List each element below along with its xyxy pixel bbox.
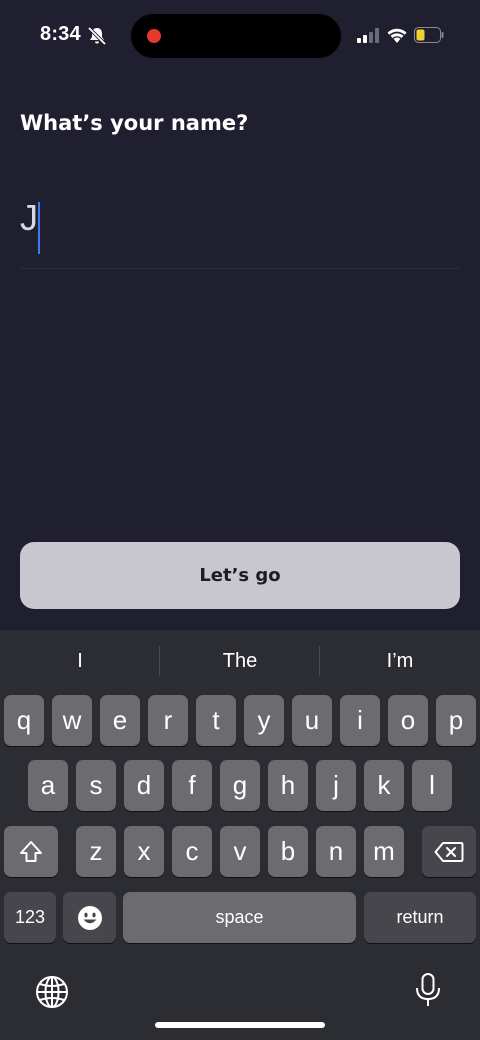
key-i[interactable]: i xyxy=(340,695,380,746)
key-u[interactable]: u xyxy=(292,695,332,746)
wifi-icon xyxy=(387,28,407,43)
key-j[interactable]: j xyxy=(316,760,356,811)
lets-go-button[interactable]: Let’s go xyxy=(20,542,460,609)
shift-icon xyxy=(20,840,42,862)
suggestion-item[interactable]: I’m xyxy=(321,646,479,676)
page-title: What’s your name? xyxy=(20,111,249,135)
suggestion-divider xyxy=(319,646,320,676)
key-m[interactable]: m xyxy=(364,826,404,877)
key-c[interactable]: c xyxy=(172,826,212,877)
status-time: 8:34 xyxy=(40,23,81,45)
key-h[interactable]: h xyxy=(268,760,308,811)
key-r[interactable]: r xyxy=(148,695,188,746)
name-input[interactable]: J xyxy=(20,190,460,269)
cellular-signal-icon xyxy=(357,28,379,43)
delete-key[interactable] xyxy=(422,826,476,877)
bell-slash-icon xyxy=(87,26,107,46)
key-s[interactable]: s xyxy=(76,760,116,811)
microphone-icon[interactable] xyxy=(410,972,446,1008)
key-q[interactable]: q xyxy=(4,695,44,746)
text-caret xyxy=(38,202,40,254)
suggestion-bar: I The I’m xyxy=(0,630,480,692)
key-g[interactable]: g xyxy=(220,760,260,811)
emoji-icon xyxy=(77,905,102,930)
suggestion-divider xyxy=(159,646,160,676)
key-d[interactable]: d xyxy=(124,760,164,811)
name-input-value: J xyxy=(20,197,38,238)
key-x[interactable]: x xyxy=(124,826,164,877)
keyboard: I The I’m q w e r t y u i o p a s d f g … xyxy=(0,630,480,1040)
key-b[interactable]: b xyxy=(268,826,308,877)
key-v[interactable]: v xyxy=(220,826,260,877)
suggestion-item[interactable]: I xyxy=(1,646,159,676)
battery-icon xyxy=(414,27,444,43)
status-bar: 8:34 xyxy=(0,0,480,70)
suggestion-item[interactable]: The xyxy=(161,646,319,676)
backspace-icon xyxy=(434,841,464,862)
dynamic-island xyxy=(131,14,341,58)
key-w[interactable]: w xyxy=(52,695,92,746)
key-t[interactable]: t xyxy=(196,695,236,746)
key-f[interactable]: f xyxy=(172,760,212,811)
key-p[interactable]: p xyxy=(436,695,476,746)
key-o[interactable]: o xyxy=(388,695,428,746)
recording-indicator xyxy=(147,29,161,43)
key-k[interactable]: k xyxy=(364,760,404,811)
key-a[interactable]: a xyxy=(28,760,68,811)
return-key[interactable]: return xyxy=(364,892,476,943)
key-n[interactable]: n xyxy=(316,826,356,877)
key-y[interactable]: y xyxy=(244,695,284,746)
key-e[interactable]: e xyxy=(100,695,140,746)
home-indicator[interactable] xyxy=(155,1022,325,1028)
shift-key[interactable] xyxy=(4,826,58,877)
numbers-key[interactable]: 123 xyxy=(4,892,56,943)
key-z[interactable]: z xyxy=(76,826,116,877)
emoji-key[interactable] xyxy=(63,892,116,943)
key-l[interactable]: l xyxy=(412,760,452,811)
space-key[interactable]: space xyxy=(123,892,356,943)
globe-icon[interactable] xyxy=(34,974,70,1010)
